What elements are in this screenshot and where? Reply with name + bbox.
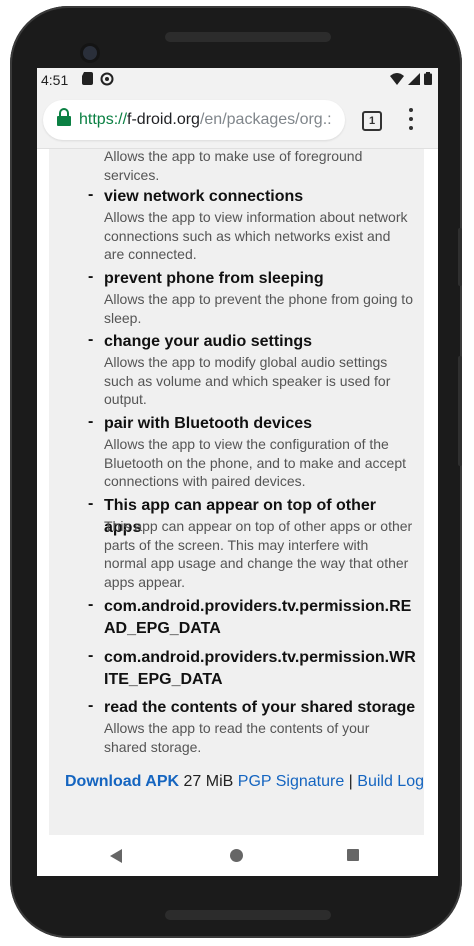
apk-size: 27 MiB [183, 773, 234, 790]
download-apk-link[interactable]: Download APK [65, 773, 179, 790]
status-time: 4:51 [41, 72, 69, 88]
permission-description: Allows the app to read the contents of y… [104, 720, 370, 755]
address-bar[interactable]: https://f-droid.org/en/packages/org.: [43, 100, 345, 140]
lock-icon [57, 108, 71, 126]
bullet-dash: - [88, 596, 94, 613]
bullet-dash: - [88, 331, 94, 348]
permission-description: This app can appear on top of other apps… [104, 518, 413, 590]
sync-icon [100, 72, 114, 89]
permission-title: prevent phone from sleeping [104, 270, 324, 287]
front-camera [83, 46, 97, 60]
download-links: Download APK 27 MiB PGP Signature | Buil… [65, 773, 424, 791]
screen: 4:51 https://f-droid.org/en/packages/org… [37, 68, 438, 876]
overflow-menu-icon[interactable] [407, 108, 415, 130]
top-speaker [165, 32, 331, 42]
build-log-link[interactable]: Build Log [357, 773, 424, 790]
power-button [458, 228, 462, 286]
volume-button [458, 356, 462, 466]
permission-description: Allows the app to modify global audio se… [104, 354, 391, 407]
navigation-bar [37, 835, 438, 876]
bullet-dash: - [88, 413, 94, 430]
wifi-icon [390, 72, 404, 88]
tab-switcher-button[interactable]: 1 [362, 111, 382, 131]
url-path: /en/packages/org.: [199, 111, 332, 128]
permission-title: read the contents of your shared storage [104, 699, 416, 716]
url-text[interactable]: https://f-droid.org/en/packages/org.: [79, 111, 332, 129]
pgp-signature-link[interactable]: PGP Signature [238, 773, 344, 790]
bullet-dash: - [88, 186, 94, 203]
permission-title: com.android.providers.tv.permission.READ… [104, 598, 412, 637]
page-content: Allows the app to make use of foreground… [37, 148, 438, 837]
bullet-dash: - [88, 268, 94, 285]
sd-card-icon [82, 72, 93, 88]
home-icon[interactable] [230, 849, 243, 862]
permission-description: Allows the app to make use of foreground… [104, 148, 363, 183]
permission-description: Allows the app to prevent the phone from… [104, 291, 413, 326]
bullet-dash: - [88, 697, 94, 714]
permission-description: Allows the app to view the configuration… [104, 436, 407, 489]
permission-description: Allows the app to view information about… [104, 209, 408, 262]
status-bar: 4:51 [37, 68, 438, 92]
permission-title: view network connections [104, 188, 304, 205]
permission-title: pair with Bluetooth devices [104, 415, 313, 432]
signal-icon [408, 72, 420, 88]
battery-icon [424, 72, 432, 88]
url-domain: f-droid.org [127, 111, 200, 128]
permissions-panel: Allows the app to make use of foreground… [49, 148, 424, 837]
bullet-dash: - [88, 647, 94, 664]
link-separator: | [348, 773, 353, 790]
back-icon[interactable] [110, 849, 122, 863]
recent-apps-icon[interactable] [347, 849, 359, 861]
permission-title: change your audio settings [104, 333, 313, 350]
browser-toolbar: https://f-droid.org/en/packages/org.: 1 [37, 92, 438, 149]
permission-title: com.android.providers.tv.permission.WRIT… [104, 649, 416, 688]
bottom-speaker [165, 910, 331, 920]
bullet-dash: - [88, 495, 94, 512]
url-scheme: https:// [79, 111, 128, 128]
